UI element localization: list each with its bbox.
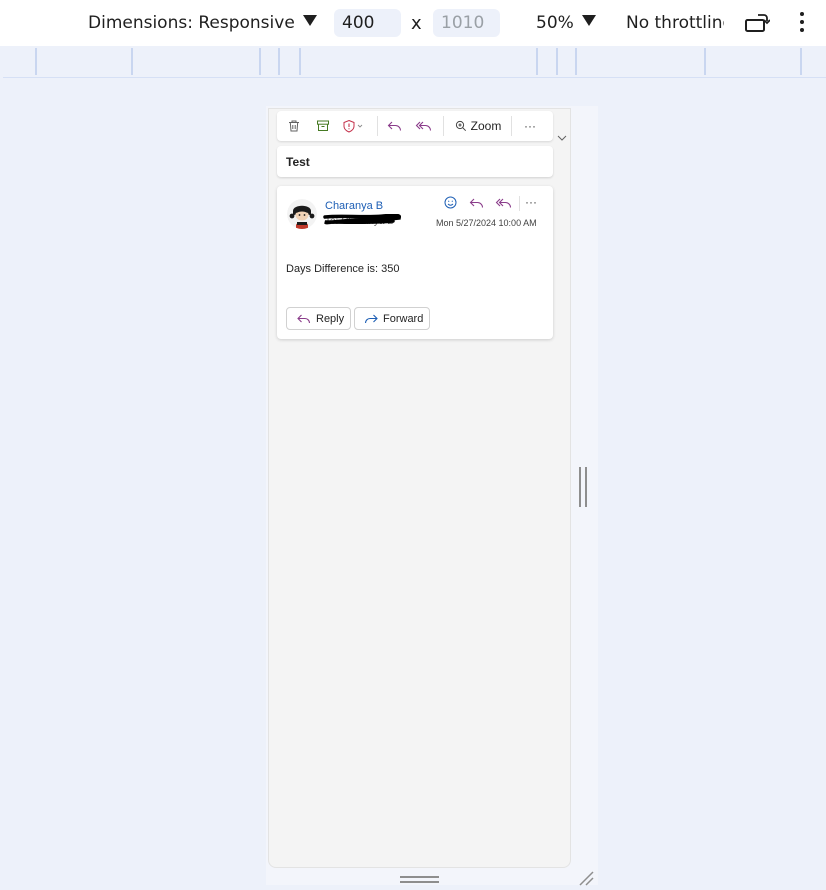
reply-button[interactable]: Reply [286, 307, 351, 330]
zoom-level-label: 50% [536, 13, 574, 33]
zoom-label: Zoom [470, 119, 502, 133]
toolbar-divider [511, 116, 512, 136]
throttling-dropdown[interactable]: No throttling [626, 13, 724, 33]
dimensions-label: Dimensions: Responsive [88, 13, 295, 33]
resize-handle-right[interactable] [579, 467, 588, 507]
avatar[interactable] [287, 199, 317, 229]
rotate-icon[interactable] [744, 12, 771, 34]
emulated-viewport: Zoom ··· Test Charanya B To: Charanya B [268, 108, 571, 868]
emoji-reaction-icon[interactable] [443, 195, 458, 210]
redaction-scribble [323, 214, 401, 225]
height-input[interactable]: 1010 [433, 9, 500, 37]
zoom-icon [455, 120, 466, 132]
resize-corner-icon[interactable] [578, 870, 594, 886]
toolbar-divider [377, 116, 378, 136]
width-input[interactable]: 400 [334, 9, 401, 37]
dropdown-triangle-icon [302, 15, 317, 26]
archive-icon[interactable] [312, 111, 334, 141]
delete-icon[interactable] [283, 111, 305, 141]
reply-all-icon[interactable] [412, 111, 436, 141]
media-query-marker [278, 48, 280, 75]
media-query-bar[interactable] [3, 46, 826, 78]
reply-icon[interactable] [469, 196, 485, 210]
sender-name[interactable]: Charanya B [325, 200, 383, 212]
forward-icon [364, 314, 378, 323]
times-sign: x [411, 13, 422, 34]
media-query-marker [556, 48, 558, 75]
action-divider [519, 196, 520, 211]
more-icon[interactable]: ··· [525, 195, 537, 209]
more-vert-icon[interactable] [797, 12, 807, 36]
report-icon[interactable] [341, 111, 371, 141]
message-body: Days Difference is: 350 [286, 263, 400, 275]
forward-label: Forward [383, 312, 424, 325]
toolbar-divider [443, 116, 444, 136]
media-query-marker [704, 48, 706, 75]
toolbar-expand-chevron-icon[interactable] [557, 127, 567, 146]
reply-icon[interactable] [384, 111, 406, 141]
message-card: Charanya B To: Charanya B ··· Mon 5/27/2… [277, 186, 553, 339]
resize-handle-bottom[interactable] [400, 876, 439, 884]
media-query-marker [536, 48, 538, 75]
media-query-marker [800, 48, 802, 75]
media-query-marker [35, 48, 37, 75]
subject-title: Test [286, 155, 310, 169]
dimensions-dropdown[interactable]: Dimensions: Responsive [88, 13, 317, 33]
reply-all-icon[interactable] [495, 196, 513, 210]
more-icon[interactable]: ··· [517, 111, 543, 141]
zoom-dropdown[interactable]: 50% [536, 13, 596, 33]
message-actions: ··· [439, 194, 549, 214]
devtools-device-toolbar: Dimensions: Responsive 400 x 1010 50% No… [0, 0, 826, 46]
message-date: Mon 5/27/2024 10:00 AM [436, 218, 537, 228]
reading-pane-toolbar: Zoom ··· [277, 111, 553, 141]
media-query-marker [575, 48, 577, 75]
media-query-marker [131, 48, 133, 75]
dropdown-triangle-icon [581, 15, 596, 26]
reply-label: Reply [316, 312, 345, 325]
subject-card: Test [277, 146, 553, 177]
media-query-marker [259, 48, 261, 75]
zoom-button[interactable]: Zoom [453, 111, 503, 141]
forward-button[interactable]: Forward [354, 307, 430, 330]
media-query-marker [299, 48, 301, 75]
reply-icon [297, 314, 311, 323]
